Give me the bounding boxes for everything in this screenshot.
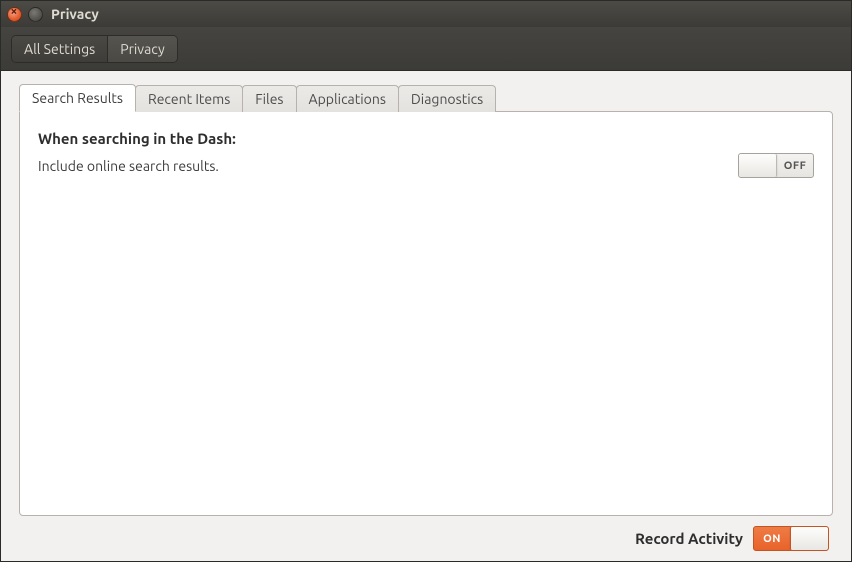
toggle-handle bbox=[739, 154, 777, 177]
breadcrumb-all-settings[interactable]: All Settings bbox=[12, 36, 108, 62]
tab-panel-search-results: When searching in the Dash: Include onli… bbox=[19, 111, 833, 516]
toggle-on-label: ON bbox=[754, 527, 790, 550]
tab-diagnostics[interactable]: Diagnostics bbox=[398, 85, 496, 112]
toggle-handle bbox=[790, 527, 828, 550]
tab-recent-items[interactable]: Recent Items bbox=[135, 85, 243, 112]
tab-search-results[interactable]: Search Results bbox=[19, 84, 136, 112]
record-activity-label: Record Activity bbox=[635, 530, 743, 547]
toolbar: All Settings Privacy bbox=[1, 27, 851, 71]
tab-applications[interactable]: Applications bbox=[296, 85, 399, 112]
online-results-label: Include online search results. bbox=[38, 158, 219, 174]
record-activity-toggle[interactable]: ON bbox=[753, 526, 829, 551]
close-icon[interactable] bbox=[7, 7, 22, 22]
window-title: Privacy bbox=[49, 6, 99, 22]
footer: Record Activity ON bbox=[19, 516, 833, 551]
search-heading: When searching in the Dash: bbox=[38, 130, 814, 147]
tabs: Search Results Recent Items Files Applic… bbox=[19, 83, 833, 111]
breadcrumb: All Settings Privacy bbox=[11, 35, 178, 63]
breadcrumb-privacy[interactable]: Privacy bbox=[108, 36, 176, 62]
toggle-off-label: OFF bbox=[777, 154, 813, 177]
online-results-toggle[interactable]: OFF bbox=[738, 153, 814, 178]
tab-files[interactable]: Files bbox=[242, 85, 296, 112]
minimize-icon[interactable] bbox=[28, 7, 43, 22]
online-results-row: Include online search results. OFF bbox=[38, 153, 814, 178]
titlebar: Privacy bbox=[1, 1, 851, 27]
content-area: Search Results Recent Items Files Applic… bbox=[1, 71, 851, 561]
